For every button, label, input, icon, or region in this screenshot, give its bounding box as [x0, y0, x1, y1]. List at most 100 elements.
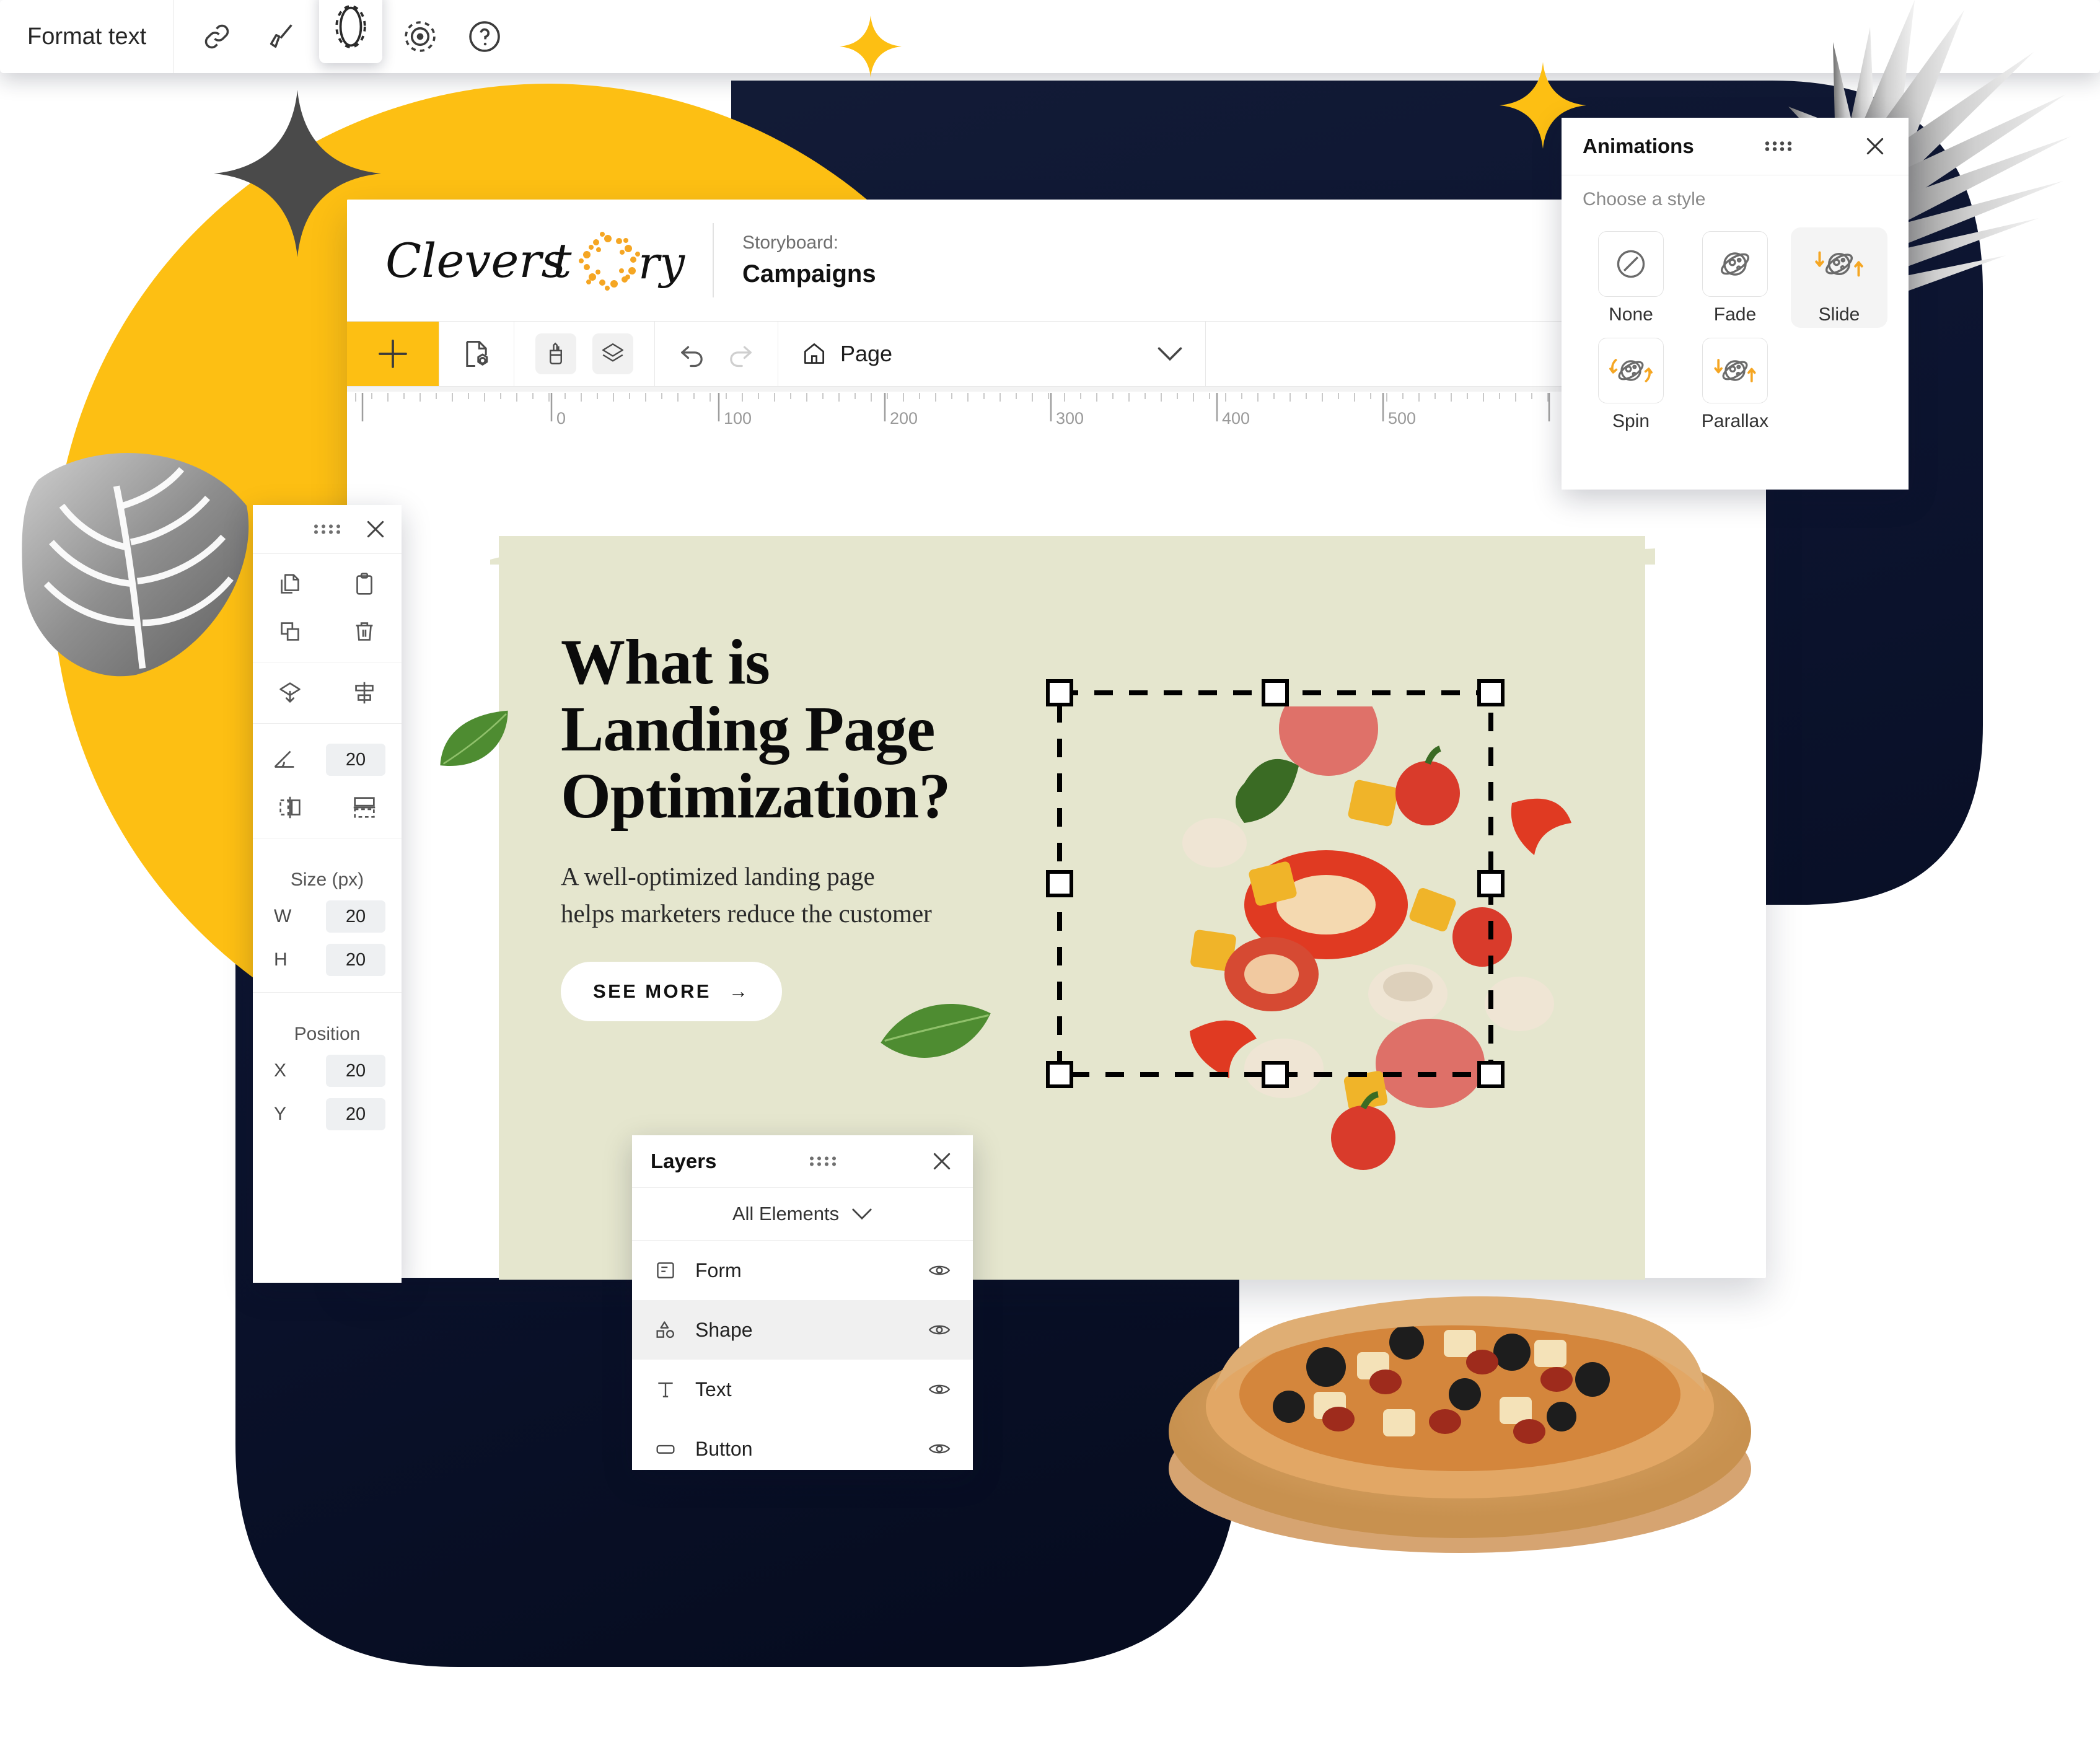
page-settings-icon[interactable] — [460, 338, 493, 370]
page-settings-cell — [439, 322, 514, 386]
close-icon[interactable] — [1863, 134, 1887, 159]
format-text-label[interactable]: Format text — [0, 0, 175, 73]
animation-option-parallax[interactable]: Parallax — [1687, 334, 1783, 434]
home-icon — [804, 343, 825, 364]
page-dropdown[interactable]: Page — [778, 322, 1206, 386]
position-section: Position X 20 Y 20 — [253, 993, 402, 1146]
cleverstory-logo: Clevers t ry — [385, 232, 685, 291]
pencil-cup-button[interactable] — [535, 333, 576, 374]
ruler-label: 400 — [1222, 409, 1250, 428]
properties-panel: 20 Size (px) W 20 H 20 Position X 20 Y 2… — [253, 505, 402, 1283]
eye-icon[interactable] — [927, 1258, 952, 1283]
shape-outline-button[interactable] — [319, 0, 383, 63]
arrange-actions — [253, 662, 402, 724]
animations-panel-body: Choose a style None Fade Slide Spin Para… — [1562, 175, 1909, 434]
layer-row-text[interactable]: Text — [632, 1360, 973, 1419]
drag-grip-icon[interactable] — [312, 522, 342, 536]
animation-option-label: Slide — [1818, 304, 1860, 325]
paste-icon[interactable] — [350, 570, 379, 599]
app-header: Clevers t ry Storyboard: Campaigns — [347, 200, 1766, 321]
layers-stack-icon — [602, 343, 623, 362]
size-section: Size (px) W 20 H 20 — [253, 838, 402, 993]
y-input[interactable]: 20 — [326, 1098, 385, 1130]
animation-option-none[interactable]: None — [1583, 227, 1679, 328]
drag-grip-icon[interactable] — [1764, 139, 1793, 153]
undo-icon[interactable] — [676, 338, 708, 370]
duplicate-icon[interactable] — [276, 617, 304, 646]
close-icon[interactable] — [363, 517, 388, 542]
planet-parallax-icon — [1714, 359, 1756, 382]
animation-option-spin[interactable]: Spin — [1583, 334, 1679, 434]
x-input[interactable]: 20 — [326, 1055, 385, 1087]
help-icon — [469, 21, 500, 52]
flip-vertical-icon[interactable] — [350, 793, 379, 822]
help-button[interactable] — [458, 10, 511, 63]
height-input[interactable]: 20 — [326, 944, 385, 976]
ruler-label: 200 — [890, 409, 918, 428]
animation-target-icon — [405, 21, 436, 52]
animation-style-grid: None Fade Slide Spin Parallax — [1583, 227, 1887, 434]
text-icon — [658, 1382, 673, 1397]
svg-text:t: t — [553, 233, 572, 288]
delete-icon[interactable] — [350, 617, 379, 646]
rotation-input[interactable]: 20 — [326, 744, 385, 776]
link-icon — [204, 24, 229, 49]
horizontal-ruler: 0 100 200 300 400 500 — [347, 387, 1766, 435]
see-more-button[interactable]: SEE MORE → — [561, 962, 783, 1022]
format-text-toolbar: Format text — [0, 0, 2100, 73]
drag-grip-icon[interactable] — [808, 1154, 838, 1168]
chevron-down-icon — [852, 1208, 872, 1220]
planet-spin-icon — [1609, 359, 1653, 382]
header-divider — [713, 223, 714, 297]
layers-stack-button[interactable] — [592, 333, 633, 374]
rotation-angle-icon — [274, 750, 294, 768]
send-backward-icon[interactable] — [276, 679, 304, 707]
history-cell — [655, 322, 778, 386]
layer-name: Form — [695, 1259, 742, 1282]
layers-panel: Layers All Elements Form Shape Text Butt… — [632, 1135, 973, 1470]
add-element-button[interactable] — [347, 322, 439, 386]
layer-row-button[interactable]: Button — [632, 1419, 973, 1479]
selection-handle-bottom-left[interactable] — [1046, 1061, 1073, 1088]
close-icon[interactable] — [929, 1149, 954, 1174]
layer-row-form[interactable]: Form — [632, 1241, 973, 1300]
layers-panel-title: Layers — [651, 1150, 717, 1172]
arrow-right-icon: → — [728, 980, 750, 1003]
brush-button[interactable] — [255, 10, 308, 63]
storyboard-label: Storyboard: — [742, 232, 839, 253]
format-toolbar-buttons — [174, 0, 527, 73]
planet-slide-icon — [1815, 251, 1863, 277]
width-input[interactable]: 20 — [326, 900, 385, 933]
properties-panel-header — [253, 505, 402, 554]
animation-target-button[interactable] — [393, 10, 447, 63]
plus-icon — [379, 340, 407, 368]
align-center-icon[interactable] — [350, 679, 379, 707]
svg-text:Clevers: Clevers — [385, 233, 566, 288]
page-title: What is Landing Page Optimization? — [561, 628, 1645, 830]
animation-option-fade[interactable]: Fade — [1687, 227, 1783, 328]
button-icon — [656, 1444, 675, 1454]
link-button[interactable] — [190, 10, 244, 63]
selection-handle-bottom-right[interactable] — [1477, 1061, 1505, 1088]
layers-filter-dropdown[interactable]: All Elements — [632, 1188, 973, 1241]
layers-panel-header: Layers — [632, 1135, 973, 1188]
choose-style-label: Choose a style — [1583, 189, 1706, 209]
shape-outline-icon — [335, 5, 366, 48]
rotation-and-flip: 20 — [253, 724, 402, 838]
animation-option-label: Spin — [1612, 411, 1650, 431]
selection-handle-bottom-center[interactable] — [1262, 1061, 1289, 1088]
animations-panel: Animations Choose a style None Fade Slid… — [1562, 118, 1909, 490]
redo-icon[interactable] — [724, 338, 757, 370]
eye-icon[interactable] — [927, 1317, 952, 1342]
eye-icon[interactable] — [927, 1436, 952, 1461]
copy-icon[interactable] — [276, 570, 304, 599]
storyboard-value: Campaigns — [742, 260, 876, 288]
editor-toolbar: Page — [347, 321, 1766, 387]
subcopy-line-1: A well-optimized landing page — [561, 862, 875, 891]
size-section-title: Size (px) — [290, 869, 364, 890]
eye-icon[interactable] — [927, 1377, 952, 1402]
layer-row-shape[interactable]: Shape — [632, 1300, 973, 1360]
animation-option-slide[interactable]: Slide — [1791, 227, 1887, 328]
layer-name: Button — [695, 1437, 753, 1460]
flip-horizontal-icon[interactable] — [276, 793, 304, 822]
